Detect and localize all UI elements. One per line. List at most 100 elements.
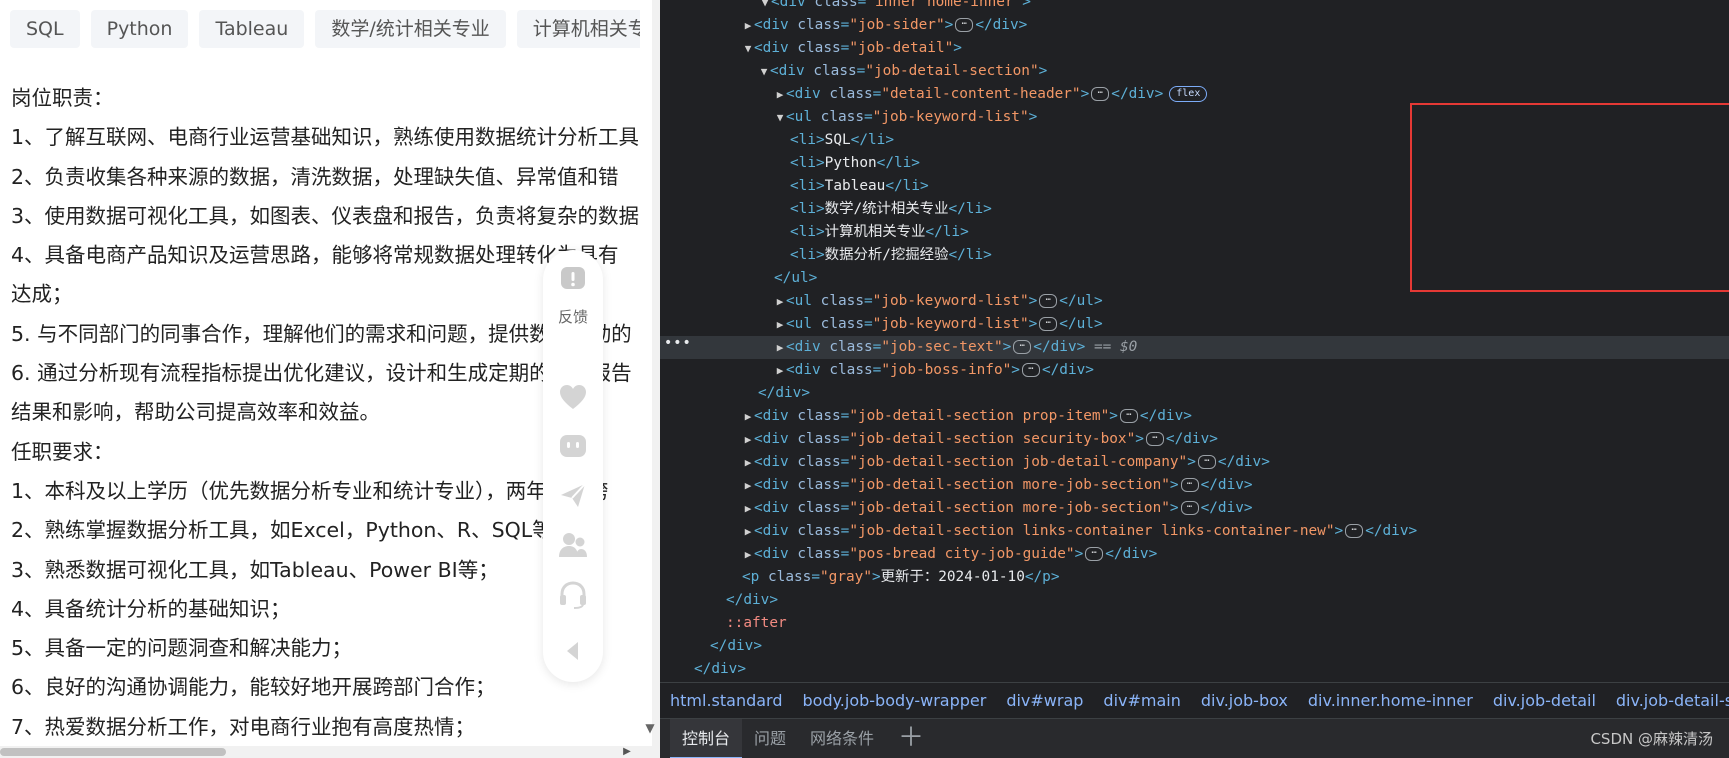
tab-console[interactable]: 控制台: [670, 719, 743, 758]
expand-toggle-icon[interactable]: ▶: [742, 520, 754, 543]
expand-toggle-icon[interactable]: ▶: [742, 451, 754, 474]
dom-node-line[interactable]: ▼ <ul class="job-keyword-list">: [660, 106, 1729, 129]
dom-node-line[interactable]: ▶ <div class="job-sider"> ⋯ </div>: [660, 14, 1729, 37]
feedback-label[interactable]: 反馈: [543, 306, 603, 327]
keyword-tag[interactable]: 数学/统计相关专业: [315, 10, 506, 48]
attr-name: class: [797, 408, 841, 424]
dom-node-line[interactable]: ▶ <div class="job-detail-section more-job…: [660, 474, 1729, 497]
keyword-tag[interactable]: SQL: [10, 10, 80, 48]
dom-node-line[interactable]: <li>数学/统计相关专业</li>: [660, 198, 1729, 221]
closing-tag: </ul>: [1059, 293, 1103, 309]
dom-node-line[interactable]: ::after: [660, 612, 1729, 635]
dom-node-line[interactable]: </div>: [660, 589, 1729, 612]
vertical-scrollbar[interactable]: [652, 0, 660, 758]
dom-node-line[interactable]: ▶ <div class="job-sec-text"> ⋯ </div> == $0: [660, 336, 1729, 359]
dom-node-line[interactable]: ▶ <div class="job-boss-info"> ⋯ </div>: [660, 359, 1729, 382]
breadcrumb-item[interactable]: html.standard: [660, 683, 793, 719]
expand-toggle-icon[interactable]: ▶: [742, 428, 754, 451]
breadcrumb-item[interactable]: div#wrap: [996, 683, 1093, 719]
breadcrumb-item[interactable]: div.inner.home-inner: [1298, 683, 1483, 719]
send-icon[interactable]: [558, 480, 588, 510]
expand-toggle-icon[interactable]: ▼: [758, 60, 770, 83]
expand-toggle-icon[interactable]: ▶: [774, 359, 786, 382]
breadcrumb-item[interactable]: div.job-box: [1191, 683, 1298, 719]
dom-node-line[interactable]: <li>数据分析/挖掘经验</li>: [660, 244, 1729, 267]
keyword-tag[interactable]: 计算机相关专业: [516, 10, 640, 48]
breadcrumb-item[interactable]: div#main: [1093, 683, 1190, 719]
breadcrumb-item[interactable]: body.job-body-wrapper: [793, 683, 997, 719]
collapsed-children-icon[interactable]: ⋯: [1039, 317, 1058, 331]
dom-node-line[interactable]: ▶ <ul class="job-keyword-list"> ⋯ </ul>: [660, 290, 1729, 313]
dom-node-line[interactable]: ▶ <div class="pos-bread city-job-guide"> ⋯…: [660, 543, 1729, 566]
dom-node-line[interactable]: </div>: [660, 382, 1729, 405]
collapse-triangle-icon[interactable]: [558, 636, 588, 666]
scroll-down-arrow-icon[interactable]: ▼: [640, 721, 660, 735]
collapsed-children-icon[interactable]: ⋯: [955, 18, 974, 32]
tab-network-conditions[interactable]: 网络条件: [798, 719, 886, 758]
expand-toggle-icon[interactable]: ▼: [742, 37, 754, 60]
collapsed-children-icon[interactable]: ⋯: [1345, 524, 1364, 538]
collapsed-children-icon[interactable]: ⋯: [1197, 455, 1216, 469]
collapsed-children-icon[interactable]: ⋯: [1021, 363, 1040, 377]
expand-toggle-icon[interactable]: ▶: [742, 543, 754, 566]
dom-node-line[interactable]: <li>Python</li>: [660, 152, 1729, 175]
expand-toggle-icon[interactable]: ▶: [742, 405, 754, 428]
layout-badge[interactable]: flex: [1169, 86, 1208, 102]
more-actions-icon[interactable]: •••: [664, 335, 692, 351]
attr-name: class: [768, 569, 812, 585]
chat-icon[interactable]: [558, 431, 588, 461]
dom-node-line[interactable]: <li>Tableau</li>: [660, 175, 1729, 198]
expand-toggle-icon[interactable]: ▶: [774, 290, 786, 313]
tab-issues[interactable]: 问题: [742, 719, 798, 758]
dom-node-line[interactable]: </ul>: [660, 267, 1729, 290]
dom-node-line[interactable]: ▼ <div class="job-detail">: [660, 37, 1729, 60]
dom-node-line[interactable]: </div>: [660, 658, 1729, 681]
collapsed-children-icon[interactable]: ⋯: [1085, 547, 1104, 561]
closing-tag: </li>: [948, 247, 992, 263]
horizontal-scrollbar[interactable]: ▶: [0, 746, 660, 758]
closing-tag: </li>: [850, 132, 894, 148]
collapsed-children-icon[interactable]: ⋯: [1013, 340, 1032, 354]
dom-node-line[interactable]: ▶ <div class="job-detail-section security…: [660, 428, 1729, 451]
dom-node-line[interactable]: ▶ <div class="detail-content-header"> ⋯ </d…: [660, 83, 1729, 106]
dom-node-line[interactable]: ▶ <div class="job-detail-section links-co…: [660, 520, 1729, 543]
dom-node-line[interactable]: ▼ <div class="job-detail-section">: [660, 60, 1729, 83]
dom-node-line[interactable]: ▶ <div class="job-detail-section more-job…: [660, 497, 1729, 520]
expand-toggle-icon[interactable]: ▶: [742, 474, 754, 497]
dom-node-line[interactable]: <li>计算机相关专业</li>: [660, 221, 1729, 244]
scroll-right-arrow-icon[interactable]: ▶: [620, 746, 634, 758]
dom-node-line[interactable]: </div>: [660, 635, 1729, 658]
heart-icon[interactable]: [558, 382, 588, 412]
breadcrumb-item[interactable]: div.job-detail: [1483, 683, 1606, 719]
collapsed-children-icon[interactable]: ⋯: [1091, 87, 1110, 101]
collapsed-children-icon[interactable]: ⋯: [1119, 409, 1138, 423]
expand-toggle-icon[interactable]: ▶: [742, 497, 754, 520]
expand-toggle-icon[interactable]: ▶: [774, 83, 786, 106]
expand-toggle-icon[interactable]: ▶: [742, 14, 754, 37]
attr-value: "gray": [820, 569, 872, 585]
dom-node-line[interactable]: <li>SQL</li>: [660, 129, 1729, 152]
attr-value: "job-detail-section": [865, 63, 1039, 79]
collapsed-children-icon[interactable]: ⋯: [1180, 501, 1199, 515]
collapsed-children-icon[interactable]: ⋯: [1039, 294, 1058, 308]
collapsed-children-icon[interactable]: ⋯: [1145, 432, 1164, 446]
feedback-alert-icon[interactable]: [558, 264, 588, 294]
closing-tag: </div>: [1217, 454, 1270, 470]
dom-node-line[interactable]: ▶ <div class="job-detail-section job-deta…: [660, 451, 1729, 474]
headset-icon[interactable]: [558, 580, 588, 610]
dom-node-line[interactable]: ▼ <div class="inner home-inner">: [660, 0, 1729, 14]
expand-toggle-icon[interactable]: ▼: [774, 106, 786, 129]
expand-toggle-icon[interactable]: ▶: [774, 336, 786, 359]
add-tab-icon[interactable]: ＋: [886, 719, 936, 758]
expand-toggle-icon[interactable]: ▶: [774, 313, 786, 336]
expand-toggle-icon[interactable]: ▼: [759, 0, 771, 14]
keyword-tag[interactable]: Python: [90, 10, 189, 48]
dom-node-line[interactable]: ▶ <div class="job-detail-section prop-ite…: [660, 405, 1729, 428]
collapsed-children-icon[interactable]: ⋯: [1180, 478, 1199, 492]
horizontal-scrollbar-thumb[interactable]: [0, 748, 226, 756]
users-icon[interactable]: [558, 530, 588, 560]
dom-node-line[interactable]: ▶ <ul class="job-keyword-list"> ⋯ </ul>: [660, 313, 1729, 336]
dom-node-line[interactable]: <p class="gray">更新于：2024-01-10</p>: [660, 566, 1729, 589]
keyword-tag[interactable]: Tableau: [199, 10, 305, 48]
breadcrumb-item[interactable]: div.job-detail-section: [1606, 683, 1729, 719]
